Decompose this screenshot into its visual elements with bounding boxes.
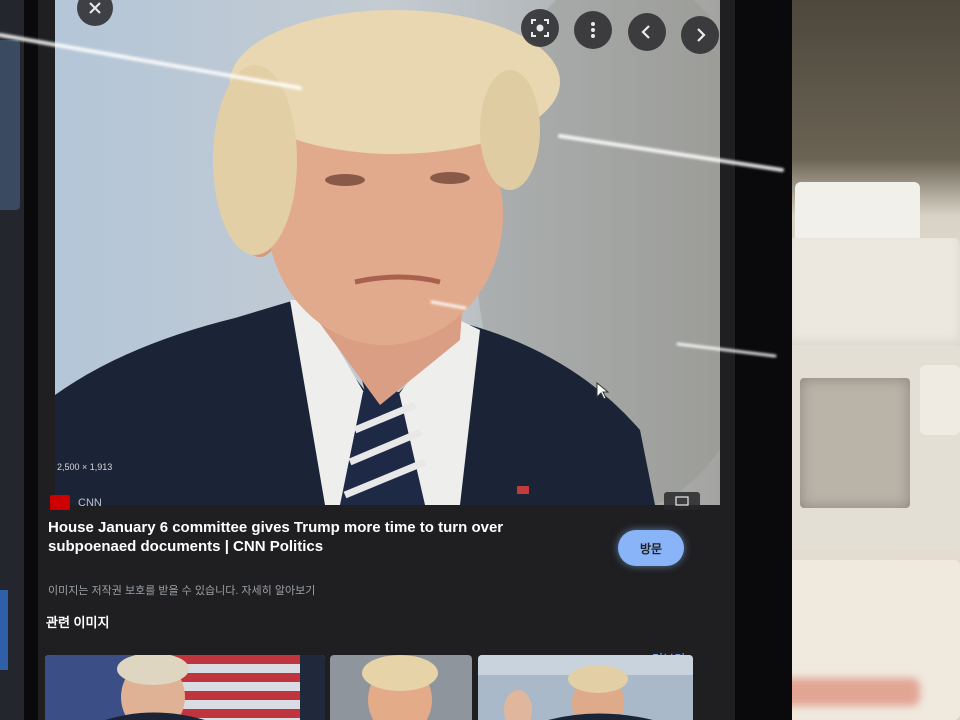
image-title-link[interactable]: House January 6 committee gives Trump mo… <box>48 518 548 556</box>
chevron-right-icon <box>697 28 706 42</box>
packaging-recess <box>800 378 910 508</box>
visit-button[interactable]: 방문 <box>618 530 684 566</box>
lens-icon <box>531 19 549 37</box>
related-image-graphic <box>330 655 472 720</box>
packaging-foam <box>788 238 960 348</box>
cnn-favicon <box>50 495 70 510</box>
preview-image-graphic <box>55 0 720 505</box>
side-window-accent <box>0 590 8 670</box>
blurred-red-print <box>770 678 920 706</box>
more-vert-icon <box>591 22 595 38</box>
mouse-cursor-icon <box>596 382 610 400</box>
previous-image-button[interactable] <box>628 13 666 51</box>
source-name[interactable]: CNN <box>78 497 102 509</box>
side-window-accent <box>0 40 20 210</box>
packaging-foam <box>795 182 920 242</box>
more-options-button[interactable] <box>574 11 612 49</box>
related-image-thumbnail[interactable] <box>45 655 325 720</box>
close-icon <box>89 2 101 14</box>
image-badge[interactable] <box>664 492 700 510</box>
lens-button[interactable] <box>521 9 559 47</box>
preview-image[interactable] <box>55 0 720 505</box>
related-image-graphic <box>45 655 325 720</box>
related-image-thumbnail[interactable] <box>478 655 693 720</box>
copyright-notice[interactable]: 이미지는 저작권 보호를 받을 수 있습니다. 자세히 알아보기 <box>48 582 468 598</box>
related-image-graphic <box>478 655 693 720</box>
image-dimensions: 2,500 × 1,913 <box>57 462 113 472</box>
related-images-heading: 관련 이미지 <box>46 615 110 630</box>
chevron-left-icon <box>641 25 650 39</box>
image-badge-icon <box>675 496 689 506</box>
next-image-button[interactable] <box>681 16 719 54</box>
related-image-thumbnail[interactable] <box>330 655 472 720</box>
packaging-foam <box>920 365 960 435</box>
